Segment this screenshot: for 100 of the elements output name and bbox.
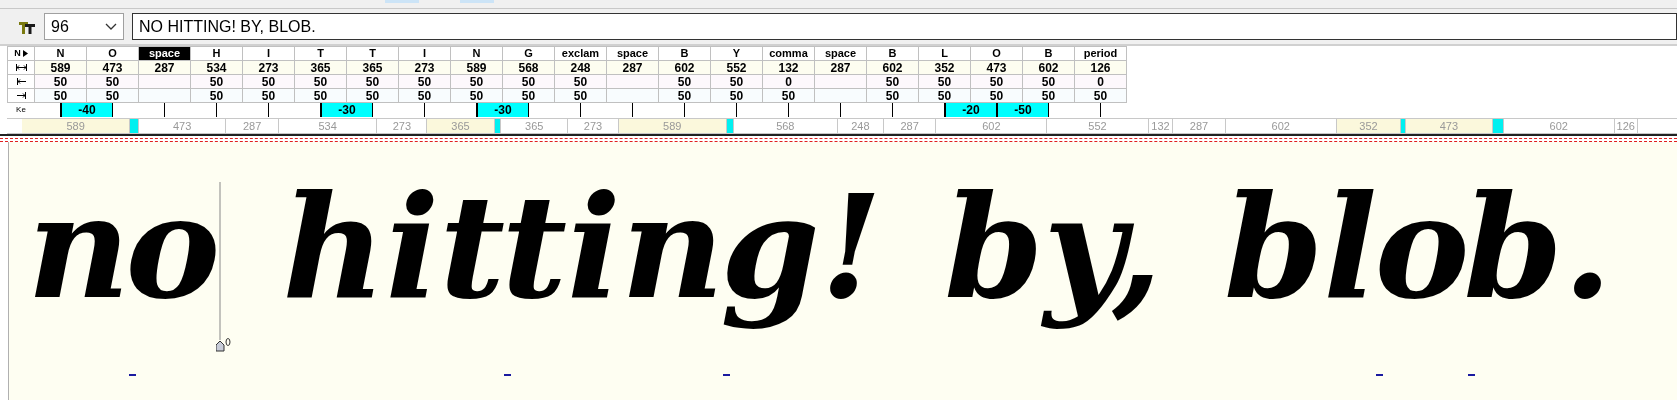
glyph-name-header[interactable]: N (451, 47, 503, 61)
left-bearing-icon (16, 78, 26, 85)
triangle-right-icon[interactable] (22, 50, 28, 57)
preview-text-field[interactable]: NO HITTING! BY, BLOB. (132, 13, 1677, 40)
right-bearing-value: 50 (399, 89, 451, 103)
glyph-name-header[interactable]: space (139, 47, 191, 61)
kerning-value[interactable]: -40 (61, 103, 113, 117)
kerning-value[interactable]: -30 (321, 103, 373, 117)
right-bearing-value: 50 (867, 89, 919, 103)
advance-width-value: 132 (763, 61, 815, 75)
ruler-segment: 589 (618, 119, 727, 133)
right-bearing-value: 50 (659, 89, 711, 103)
advance-width-value: 473 (87, 61, 139, 75)
left-bearing-value: 50 (243, 75, 295, 89)
advance-width-value: 589 (451, 61, 503, 75)
advance-width-value: 552 (711, 61, 763, 75)
right-bearing-value: 50 (243, 89, 295, 103)
preview-word: hitting! (282, 163, 883, 332)
preview-word: by, (944, 163, 1162, 332)
right-bearing-value: 50 (35, 89, 87, 103)
left-bearing-value: 50 (399, 75, 451, 89)
glyph-name-header[interactable]: space (815, 47, 867, 61)
glyph-name-header[interactable]: exclam (555, 47, 607, 61)
right-bearing-value: 50 (1023, 89, 1075, 103)
chevron-down-icon (105, 22, 117, 31)
right-bearing-value: 50 (971, 89, 1023, 103)
kerning-value[interactable]: -50 (997, 103, 1049, 117)
glyph-name-header[interactable]: B (867, 47, 919, 61)
advance-width-value: 352 (919, 61, 971, 75)
right-bearing-value: 50 (347, 89, 399, 103)
glyph-name-header[interactable]: L (919, 47, 971, 61)
advance-width-value: 473 (971, 61, 1023, 75)
advance-width-value: 568 (503, 61, 555, 75)
right-bearing-value: 50 (919, 89, 971, 103)
glyph-name-header[interactable]: I (243, 47, 295, 61)
left-bearing-value: 50 (919, 75, 971, 89)
size-dropdown[interactable]: 96 (44, 13, 124, 40)
right-bearing-value: 50 (191, 89, 243, 103)
glyph-name-header[interactable]: B (1023, 47, 1075, 61)
ruler-segment: 365 (427, 119, 495, 133)
advance-width-icon (15, 64, 27, 71)
left-bearing-value: 50 (87, 75, 139, 89)
right-bearing-value: 50 (87, 89, 139, 103)
advance-width-value: 248 (555, 61, 607, 75)
glyph-name-header[interactable]: B (659, 47, 711, 61)
kerning-pair-mark (1468, 374, 1476, 376)
left-bearing-value: 50 (555, 75, 607, 89)
ruler-segment: 126 (1614, 119, 1638, 133)
glyph-row-label: N (14, 49, 21, 58)
kerning-pair-mark (503, 374, 511, 376)
right-bearing-value: 50 (503, 89, 555, 103)
left-bearing-value: 0 (1075, 75, 1127, 89)
advance-width-value: 589 (35, 61, 87, 75)
kerning-pair-mark (129, 374, 137, 376)
advance-width-value: 365 (295, 61, 347, 75)
glyph-name-header[interactable]: O (87, 47, 139, 61)
advance-width-value: 287 (607, 61, 659, 75)
kerning-value[interactable]: -20 (945, 103, 997, 117)
right-bearing-value: 50 (295, 89, 347, 103)
left-bearing-value: 50 (1023, 75, 1075, 89)
kerning-pair-mark (723, 374, 731, 376)
left-bearing-value: 50 (191, 75, 243, 89)
kerning-pair-mark (1376, 374, 1384, 376)
glyph-name-header[interactable]: period (1075, 47, 1127, 61)
advance-width-value: 365 (347, 61, 399, 75)
right-bearing-icon (16, 92, 26, 99)
right-bearing-value: 50 (763, 89, 815, 103)
glyph-name-header[interactable]: G (503, 47, 555, 61)
right-bearing-value: 50 (451, 89, 503, 103)
left-bearing-value: 50 (971, 75, 1023, 89)
glyph-name-header[interactable]: I (399, 47, 451, 61)
advance-width-value: 602 (867, 61, 919, 75)
right-bearing-value: 50 (711, 89, 763, 103)
left-bearing-value: 50 (35, 75, 87, 89)
left-bearing-value: 50 (347, 75, 399, 89)
advance-width-value: 126 (1075, 61, 1127, 75)
glyph-name-header[interactable]: space (607, 47, 659, 61)
glyph-name-header[interactable]: N (35, 47, 87, 61)
advance-width-value: 273 (399, 61, 451, 75)
glyph-name-header[interactable]: T (347, 47, 399, 61)
left-bearing-value: 50 (503, 75, 555, 89)
glyph-name-header[interactable]: Y (711, 47, 763, 61)
right-bearing-value: 50 (555, 89, 607, 103)
glyph-name-header[interactable]: comma (763, 47, 815, 61)
glyph-name-header[interactable]: T (295, 47, 347, 61)
preview-word: blob. (1223, 163, 1613, 332)
glyph-name-header[interactable]: H (191, 47, 243, 61)
advance-width-value: 287 (815, 61, 867, 75)
left-bearing-value: 50 (295, 75, 347, 89)
advance-width-value: 534 (191, 61, 243, 75)
ruler-segment: 352 (1336, 119, 1402, 133)
kerning-row-label: Ke (16, 106, 26, 114)
advance-width-value: 287 (139, 61, 191, 75)
left-bearing-value: 0 (763, 75, 815, 89)
preview-word: no (27, 163, 221, 332)
ruler-segment: 589 (22, 119, 131, 133)
left-bearing-value: 50 (867, 75, 919, 89)
glyph-name-header[interactable]: O (971, 47, 1023, 61)
kerning-value[interactable]: -30 (477, 103, 529, 117)
left-bearing-value: 50 (659, 75, 711, 89)
